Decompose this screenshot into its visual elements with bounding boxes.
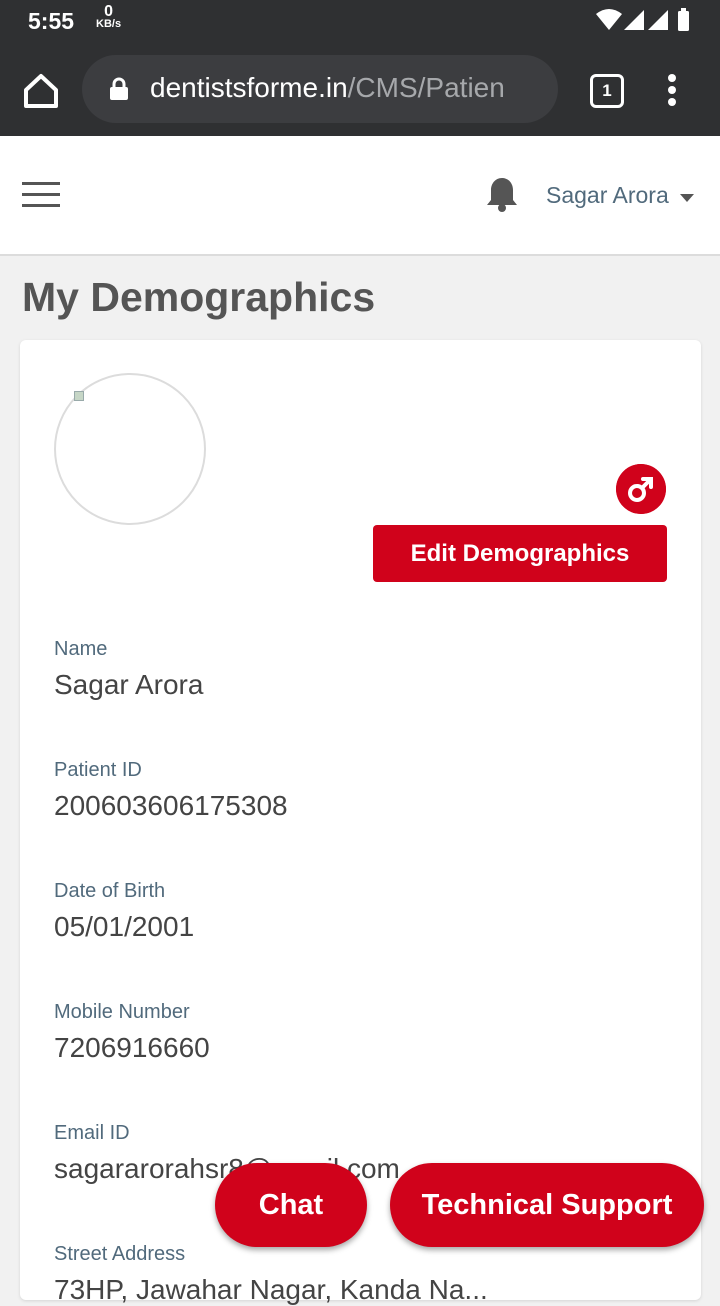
field-label: Date of Birth: [54, 880, 166, 902]
address-bar[interactable]: dentistsforme.in/CMS/Patien: [82, 55, 558, 123]
browser-toolbar: dentistsforme.in/CMS/Patien 1: [0, 44, 720, 136]
edit-demographics-button[interactable]: Edit Demographics: [373, 525, 667, 582]
page-title: My Demographics: [22, 274, 376, 320]
male-icon: [616, 464, 666, 514]
field-value: 7206916660: [54, 1032, 210, 1063]
status-time: 5:55: [28, 8, 75, 34]
bell-icon[interactable]: [485, 176, 519, 212]
home-icon[interactable]: [20, 70, 62, 112]
demographics-card: Edit Demographics Name Sagar Arora Patie…: [20, 340, 701, 1305]
url-text: dentistsforme.in/CMS/Patien: [150, 72, 505, 103]
status-bar: 5:55 0 KB/s: [0, 0, 720, 44]
field-value: Sagar Arora: [54, 669, 204, 700]
chat-button[interactable]: Chat: [215, 1163, 367, 1247]
network-speed: 0 KB/s: [96, 3, 122, 31]
battery-icon: [678, 11, 689, 31]
technical-support-button[interactable]: Technical Support: [390, 1163, 704, 1247]
field-street-address: Street Address 73HP, Jawahar Nagar, Kand…: [54, 1243, 674, 1306]
field-label: Patient ID: [54, 759, 142, 781]
caret-down-icon[interactable]: [680, 194, 694, 202]
signal-icon: [648, 10, 668, 30]
app-header: Sagar Arora: [0, 136, 720, 256]
field-value: 200603606175308: [54, 790, 288, 821]
field-patient-id: Patient ID 200603606175308: [54, 759, 674, 822]
more-vert-icon[interactable]: [660, 72, 684, 108]
system-status-icons: [596, 8, 689, 31]
signal-icon: [624, 10, 644, 30]
field-value: 05/01/2001: [54, 911, 195, 942]
hamburger-icon[interactable]: [22, 182, 60, 208]
field-label: Mobile Number: [54, 1001, 190, 1023]
field-name: Name Sagar Arora: [54, 638, 674, 701]
field-value: 73HP, Jawahar Nagar, Kanda Na...: [54, 1274, 488, 1305]
wifi-icon: [596, 9, 622, 30]
lock-icon: [110, 77, 128, 100]
tabs-icon[interactable]: 1: [590, 74, 624, 108]
field-date-of-birth: Date of Birth 05/01/2001: [54, 880, 674, 943]
user-menu[interactable]: Sagar Arora: [546, 182, 669, 209]
avatar: [54, 373, 206, 525]
field-label: Name: [54, 638, 108, 660]
field-mobile-number: Mobile Number 7206916660: [54, 1001, 674, 1064]
field-label: Email ID: [54, 1122, 130, 1144]
broken-image-icon: [74, 391, 84, 401]
